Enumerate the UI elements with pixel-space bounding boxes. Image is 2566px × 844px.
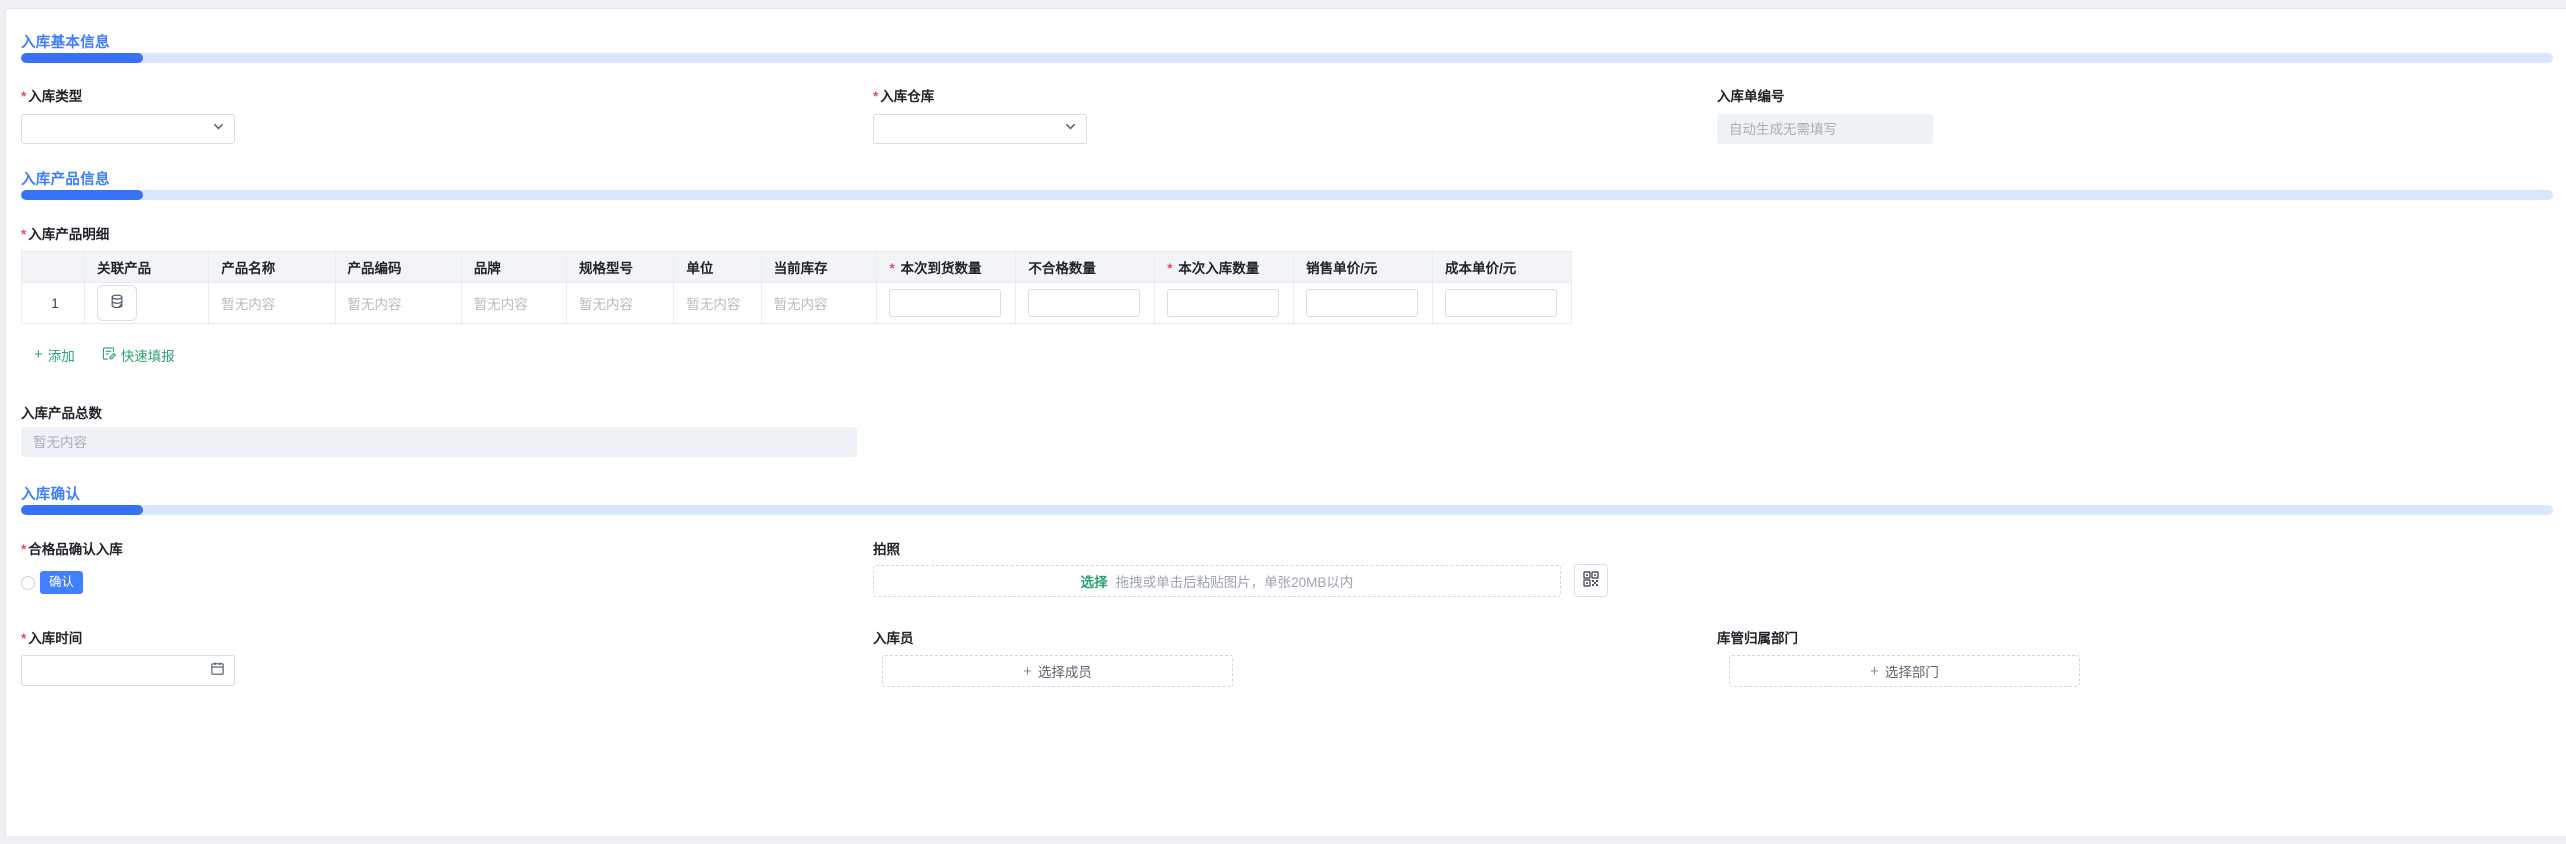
product-detail-label: * 入库产品明细 — [21, 227, 110, 242]
col-linked-product: 关联产品 — [84, 251, 210, 283]
linked-product-cell — [84, 282, 210, 324]
col-current-stock: 当前库存 — [760, 251, 878, 283]
select-member-label: 选择成员 — [1037, 665, 1092, 680]
field-order-no: 入库单编号 — [1717, 88, 2553, 144]
unqualified-qty-input[interactable] — [1028, 289, 1141, 317]
col-stock-in-qty: * 本次入库数量 — [1154, 251, 1295, 283]
order-no-input — [1717, 114, 1933, 144]
field-keeper-department: 库管归属部门 + 选择部门 — [1717, 630, 2553, 687]
section-progress-track — [21, 190, 2553, 200]
col-brand: 品牌 — [460, 251, 568, 283]
chevron-down-icon — [212, 120, 225, 138]
chevron-down-icon — [1064, 120, 1077, 138]
warehouse-select[interactable] — [873, 114, 1087, 144]
current-stock-cell: 暂无内容 — [760, 282, 878, 324]
sale-price-cell — [1293, 282, 1433, 324]
section-title-basic-info: 入库基本信息 — [21, 35, 110, 51]
keeper-department-label: 库管归属部门 — [1717, 631, 1798, 646]
photo-select-link[interactable]: 选择 — [1081, 571, 1108, 591]
cost-price-input[interactable] — [1445, 289, 1557, 317]
section-progress-fill — [21, 190, 143, 200]
section-title-products: 入库产品信息 — [21, 172, 110, 188]
required-mark: * — [21, 89, 27, 104]
required-mark: * — [1167, 261, 1173, 276]
col-sale-price: 销售单价/元 — [1293, 251, 1433, 283]
arrived-qty-cell — [876, 282, 1017, 324]
unit-cell: 暂无内容 — [673, 282, 762, 324]
photo-label: 拍照 — [873, 542, 900, 557]
col-arrived-qty: * 本次到货数量 — [876, 251, 1017, 283]
stock-in-type-select[interactable] — [21, 114, 235, 144]
stock-in-time-input[interactable] — [21, 655, 235, 686]
add-row-label: 添加 — [47, 349, 75, 364]
field-stock-in-time: * 入库时间 — [21, 630, 873, 686]
col-cost-price: 成本单价/元 — [1432, 251, 1572, 283]
required-mark: * — [21, 542, 27, 557]
order-no-label: 入库单编号 — [1717, 89, 1785, 104]
plus-icon: + — [1023, 662, 1032, 680]
select-department-button[interactable]: + 选择部门 — [1729, 655, 2080, 687]
col-spec-model: 规格型号 — [566, 251, 675, 283]
quick-fill-button[interactable]: 快速填报 — [101, 345, 175, 365]
confirm-button[interactable]: 确认 — [40, 571, 84, 594]
database-link-icon — [109, 293, 125, 313]
product-total-input — [21, 427, 857, 457]
add-row-button[interactable]: + 添加 — [34, 345, 75, 365]
calendar-icon — [210, 661, 225, 681]
photo-upload-hint: 拖拽或单击后粘贴图片，单张20MB以内 — [1115, 574, 1354, 590]
section-progress-fill — [21, 505, 143, 515]
arrived-qty-input[interactable] — [889, 289, 1002, 317]
col-unit: 单位 — [673, 251, 762, 283]
spec-model-cell: 暂无内容 — [566, 282, 675, 324]
col-product-name: 产品名称 — [208, 251, 336, 283]
field-stock-in-type: * 入库类型 — [21, 88, 873, 144]
cost-price-cell — [1432, 282, 1572, 324]
stock-in-operator-label: 入库员 — [873, 631, 914, 646]
quick-fill-icon — [101, 346, 116, 364]
unqualified-qty-cell — [1015, 282, 1156, 324]
stock-in-type-label: * 入库类型 — [21, 89, 83, 104]
stock-in-form-card: 入库基本信息 *入库类型 *入库仓库 入库单编号 入库产品信息 *入库产品明细 — [5, 8, 2566, 836]
product-name-cell: 暂无内容 — [208, 282, 336, 324]
stock-in-qty-input[interactable] — [1167, 289, 1280, 317]
product-code-cell: 暂无内容 — [334, 282, 462, 324]
warehouse-label: * 入库仓库 — [873, 89, 935, 104]
section-progress-track — [21, 505, 2553, 515]
brand-cell: 暂无内容 — [460, 282, 568, 324]
stock-in-time-label: * 入库时间 — [21, 631, 83, 646]
required-mark: * — [21, 631, 27, 646]
qualified-confirm-label: * 合格品确认入库 — [21, 542, 123, 557]
required-mark: * — [889, 261, 895, 276]
field-photo: 拍照 选择 拖拽或单击后粘贴图片，单张20MB以内 — [873, 541, 2553, 597]
col-index — [20, 251, 86, 283]
product-total-label: 入库产品总数 — [21, 406, 102, 421]
field-qualified-confirm: * 合格品确认入库 确认 — [21, 541, 873, 594]
quick-fill-label: 快速填报 — [120, 349, 175, 364]
section-title-confirm: 入库确认 — [21, 487, 81, 503]
sale-price-input[interactable] — [1306, 289, 1419, 317]
plus-icon: + — [1870, 662, 1879, 680]
photo-upload-dropzone[interactable]: 选择 拖拽或单击后粘贴图片，单张20MB以内 — [873, 564, 1561, 597]
required-mark: * — [21, 227, 27, 242]
section-progress-fill — [21, 53, 143, 63]
col-product-code: 产品编码 — [334, 251, 462, 283]
table-header-row: 关联产品 产品名称 产品编码 品牌 规格型号 单位 当前库存 * 本次到货数量 … — [20, 251, 1572, 283]
select-member-button[interactable]: + 选择成员 — [882, 655, 1233, 687]
confirm-radio[interactable] — [21, 575, 35, 590]
field-stock-in-operator: 入库员 + 选择成员 — [873, 630, 1717, 687]
stock-in-qty-cell — [1154, 282, 1295, 324]
qr-code-icon — [1583, 571, 1599, 590]
field-warehouse: * 入库仓库 — [873, 88, 1717, 144]
required-mark: * — [873, 89, 879, 104]
plus-icon: + — [34, 346, 43, 363]
row-index: 1 — [20, 282, 86, 324]
product-detail-table: 关联产品 产品名称 产品编码 品牌 规格型号 单位 当前库存 * 本次到货数量 … — [20, 251, 1572, 324]
qr-scan-button[interactable] — [1574, 564, 1608, 597]
table-row: 1 暂无内容 暂无内容 暂无内容 暂无内容 暂无内容 暂无内容 — [20, 282, 1572, 324]
link-product-button[interactable] — [97, 285, 138, 321]
select-department-label: 选择部门 — [1884, 665, 1939, 680]
section-progress-track — [21, 53, 2553, 63]
col-unqualified-qty: 不合格数量 — [1015, 251, 1156, 283]
